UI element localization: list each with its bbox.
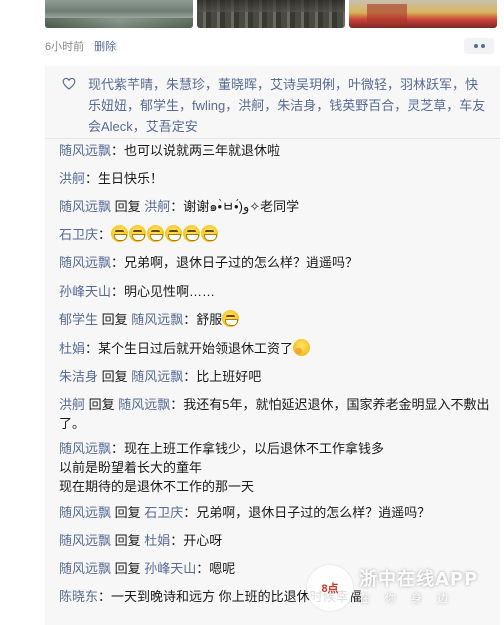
comment-item[interactable]: 随风远飘 回复 杜娟：开心呀 — [59, 531, 491, 550]
comment-author[interactable]: 朱洁身 — [59, 369, 98, 384]
comment-author[interactable]: 郁学生 — [59, 312, 98, 327]
comment-author[interactable]: 随风远飘 — [59, 505, 111, 520]
grin-emoji-icon — [129, 225, 147, 242]
comment-author[interactable]: 杜娟 — [59, 341, 85, 356]
thinking-emoji-icon — [293, 339, 311, 356]
comment-text: ：兄弟啊，退休日子过的怎么样？逍遥吗？ — [183, 505, 431, 520]
comment-reply-target[interactable]: 随风远飘 — [118, 397, 170, 412]
comment-author[interactable]: 随风远飘 — [59, 255, 111, 270]
comment-reply-target[interactable]: 随风远飘 — [131, 369, 183, 384]
comment-reply-target[interactable]: 石卫庆 — [144, 505, 183, 520]
comment-item[interactable]: 郁学生 回复 随风远飘：舒服 — [59, 310, 491, 329]
comment-item[interactable]: 洪舸：生日快乐！ — [59, 169, 491, 188]
comment-author[interactable]: 随风远飘 — [59, 441, 111, 456]
grin-emoji-icon — [147, 225, 165, 242]
grin-emoji-icon — [201, 225, 219, 242]
post-photos — [45, 0, 497, 28]
comment-item[interactable]: 随风远飘：现在上班工作拿钱少，以后退休不工作拿钱多 以前是盼望着长大的童年 现在… — [59, 439, 491, 496]
reply-word: 回复 — [114, 533, 141, 548]
interaction-panel: 现代紫芊晴，朱慧珍，董晓晖，艾诗吴玥俐，叶微轻，羽林跃军，快乐妞妞，郁学生，fw… — [45, 66, 500, 625]
comment-text: ：舒服 — [183, 312, 223, 327]
comment-item[interactable]: 随风远飘：兄弟啊，退休日子过的怎么样？逍遥吗？ — [59, 253, 491, 272]
comment-author[interactable]: 随风远飘 — [59, 561, 111, 576]
comment-reply-target[interactable]: 随风远飘 — [131, 312, 183, 327]
photo-thumbnail[interactable] — [349, 0, 497, 28]
comment-text: ：嗯呢 — [196, 561, 236, 576]
comment-author[interactable]: 陈晓东 — [59, 589, 98, 604]
comment-author[interactable]: 随风远飘 — [59, 199, 111, 214]
comment-author[interactable]: 随风远飘 — [59, 143, 111, 158]
heart-outline-icon — [62, 77, 76, 90]
reply-word: 回复 — [101, 312, 128, 327]
watermark-logo: 8点 — [307, 565, 353, 611]
reply-word: 回复 — [114, 561, 141, 576]
comment-item[interactable]: 石卫庆： — [59, 225, 491, 244]
reply-word: 回复 — [101, 369, 128, 384]
comment-item[interactable]: 杜娟：某个生日过后就开始领退休工资了 — [59, 339, 491, 358]
more-dots-icon[interactable] — [464, 38, 494, 54]
comment-text: ：也可以说就两三年就退休啦 — [111, 143, 281, 158]
comment-text: ：明心见性啊…… — [111, 284, 216, 299]
post-meta: 6小时前 删除 — [45, 37, 500, 55]
comment-reply-target[interactable]: 杜娟 — [144, 533, 170, 548]
watermark: 8点 浙中在线APP 在你身边 — [307, 563, 502, 613]
comment-text: ：开心呀 — [170, 533, 223, 548]
photo-thumbnail[interactable] — [197, 0, 345, 28]
photo-thumbnail[interactable] — [45, 0, 193, 28]
grin-emoji-icon — [222, 310, 240, 327]
grin-emoji-icon — [165, 225, 183, 242]
comment-author[interactable]: 洪舸 — [59, 171, 85, 186]
reply-word: 回复 — [114, 505, 141, 520]
comment-item[interactable]: 孙峰天山：明心见性啊…… — [59, 282, 491, 301]
comment-item[interactable]: 朱洁身 回复 随风远飘：比上班好吧 — [59, 367, 491, 386]
comment-author[interactable]: 孙峰天山 — [59, 284, 111, 299]
comment-item[interactable]: 随风远飘 回复 石卫庆：兄弟啊，退休日子过的怎么样？逍遥吗？ — [59, 503, 491, 522]
grin-emoji-icon — [111, 225, 129, 242]
comment-text: ：谢谢๑•̀ㅂ•́)و✧老同学 — [170, 199, 300, 214]
comment-text: ：生日快乐！ — [85, 171, 164, 186]
comment-author[interactable]: 石卫庆 — [59, 227, 98, 242]
comment-text: ：兄弟啊，退休日子过的怎么样？逍遥吗？ — [111, 255, 359, 270]
post-time: 6小时前 — [45, 41, 85, 53]
comment-author[interactable]: 随风远飘 — [59, 533, 111, 548]
likes-names[interactable]: 现代紫芊晴，朱慧珍，董晓晖，艾诗吴玥俐，叶微轻，羽林跃军，快乐妞妞，郁学生，fw… — [88, 77, 485, 134]
reply-word: 回复 — [114, 199, 141, 214]
likes-section: 现代紫芊晴，朱慧珍，董晓晖，艾诗吴玥俐，叶微轻，羽林跃军，快乐妞妞，郁学生，fw… — [45, 66, 500, 138]
comment-text: ：比上班好吧 — [183, 369, 262, 384]
comment-author[interactable]: 洪舸 — [59, 397, 85, 412]
delete-link[interactable]: 删除 — [94, 38, 116, 54]
comment-item[interactable]: 洪舸 回复 随风远飘：我还有5年，就怕延迟退休，国家养老金明显入不敷出了。 — [59, 395, 491, 433]
comment-text: ： — [98, 227, 112, 242]
comment-item[interactable]: 随风远飘 回复 洪舸：谢谢๑•̀ㅂ•́)و✧老同学 — [59, 197, 491, 216]
comment-text: ：某个生日过后就开始领退休工资了 — [85, 341, 294, 356]
comment-reply-target[interactable]: 孙峰天山 — [144, 561, 196, 576]
watermark-title: 浙中在线APP — [359, 569, 479, 590]
comment-reply-target[interactable]: 洪舸 — [144, 199, 170, 214]
divider — [45, 138, 500, 139]
reply-word: 回复 — [88, 397, 115, 412]
grin-emoji-icon — [183, 225, 201, 242]
comment-item[interactable]: 随风远飘：也可以说就两三年就退休啦 — [59, 141, 491, 160]
watermark-subtitle: 在你身边 — [359, 592, 463, 605]
